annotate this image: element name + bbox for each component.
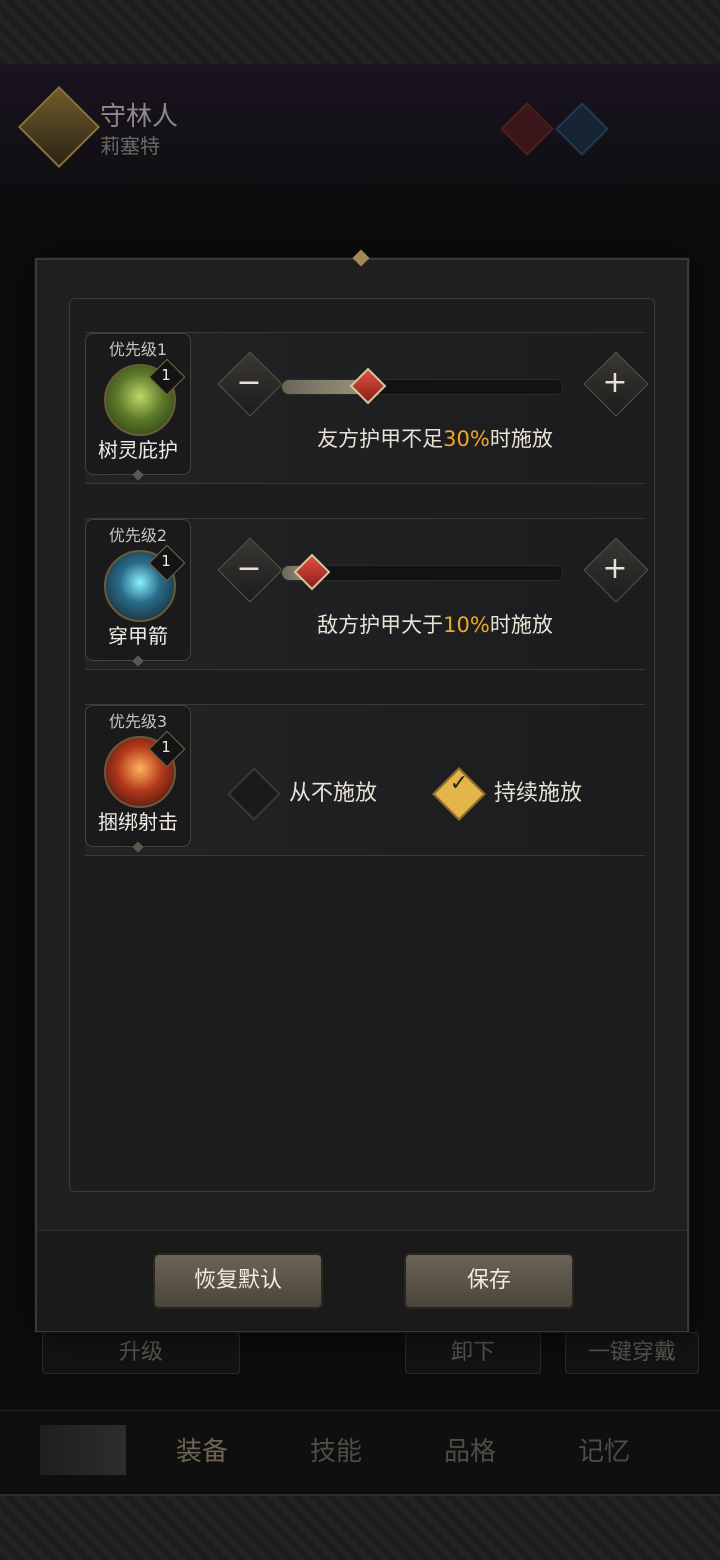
priority-label: 优先级2 bbox=[108, 526, 168, 545]
dialog-gem-icon bbox=[352, 249, 370, 267]
skill-level: 1 bbox=[161, 552, 171, 570]
condition-suffix: 时施放 bbox=[489, 427, 553, 451]
plus-icon: + bbox=[602, 551, 628, 586]
skill-card: 优先级2 1 穿甲箭 bbox=[85, 519, 191, 667]
skill-card: 优先级3 1 捆绑射击 bbox=[85, 705, 191, 853]
tab-grade[interactable]: 品格 bbox=[444, 1431, 496, 1468]
back-arrow-icon[interactable] bbox=[40, 1425, 126, 1475]
save-button[interactable]: 保存 bbox=[404, 1253, 574, 1309]
skill-name: 捆绑射击 bbox=[98, 810, 178, 834]
tab-equip[interactable]: 装备 bbox=[176, 1431, 228, 1468]
condition-suffix: 时施放 bbox=[489, 613, 553, 637]
skill-row: 优先级1 1 树灵庇护 − + 友方护甲不足30%时施放 bbox=[85, 332, 649, 484]
slider-knob[interactable] bbox=[349, 367, 387, 405]
condition-prefix: 敌方护甲大于 bbox=[317, 613, 444, 637]
always-cast-label: 持续施放 bbox=[494, 781, 583, 806]
skill-row: 优先级3 1 捆绑射击 从不施放 ✓ 持续施放 bbox=[85, 704, 645, 856]
card-dot bbox=[132, 655, 144, 667]
priority-label: 优先级1 bbox=[108, 340, 168, 359]
character-name: 守林人 bbox=[100, 102, 179, 132]
tab-memory[interactable]: 记忆 bbox=[578, 1431, 630, 1468]
bottom-frame bbox=[0, 1494, 720, 1560]
skill-priority-dialog: 优先级1 1 树灵庇护 − + 友方护甲不足30%时施放 优先级2 1 穿甲箭 … bbox=[35, 249, 689, 1332]
minus-icon: − bbox=[236, 551, 262, 586]
bottom-nav: 装备 技能 品格 记忆 bbox=[0, 1410, 720, 1491]
priority-label: 优先级3 bbox=[108, 712, 168, 731]
restore-default-button[interactable]: 恢复默认 bbox=[153, 1253, 323, 1309]
threshold-slider[interactable] bbox=[281, 553, 563, 591]
character-subtitle: 莉塞特 bbox=[100, 134, 160, 158]
equip-all-button[interactable]: 一键穿戴 bbox=[565, 1332, 699, 1374]
condition-text: 友方护甲不足30%时施放 bbox=[225, 423, 645, 453]
plus-icon: + bbox=[602, 365, 628, 400]
skill-level: 1 bbox=[161, 366, 171, 384]
tab-skill[interactable]: 技能 bbox=[310, 1431, 362, 1468]
top-frame bbox=[0, 0, 720, 66]
never-cast-checkbox[interactable] bbox=[227, 767, 281, 821]
unload-button[interactable]: 卸下 bbox=[405, 1332, 541, 1374]
check-icon: ✓ bbox=[449, 771, 469, 796]
upgrade-button[interactable]: 升级 bbox=[42, 1332, 240, 1374]
skill-name: 树灵庇护 bbox=[98, 438, 178, 462]
skill-level: 1 bbox=[161, 738, 171, 756]
threshold-slider[interactable] bbox=[281, 367, 563, 405]
minus-icon: − bbox=[236, 365, 262, 400]
skill-name: 穿甲箭 bbox=[108, 624, 168, 648]
slider-knob[interactable] bbox=[293, 553, 331, 591]
card-dot bbox=[132, 469, 144, 481]
skill-row: 优先级2 1 穿甲箭 − + 敌方护甲大于10%时施放 bbox=[85, 518, 649, 670]
skill-card: 优先级1 1 树灵庇护 bbox=[85, 333, 191, 481]
card-dot bbox=[132, 841, 144, 853]
condition-prefix: 友方护甲不足 bbox=[317, 427, 444, 451]
condition-value: 10% bbox=[443, 613, 490, 637]
condition-value: 30% bbox=[443, 427, 490, 451]
never-cast-label: 从不施放 bbox=[289, 781, 378, 806]
dialog-footer: 恢复默认 保存 bbox=[37, 1230, 687, 1331]
condition-text: 敌方护甲大于10%时施放 bbox=[225, 609, 645, 639]
